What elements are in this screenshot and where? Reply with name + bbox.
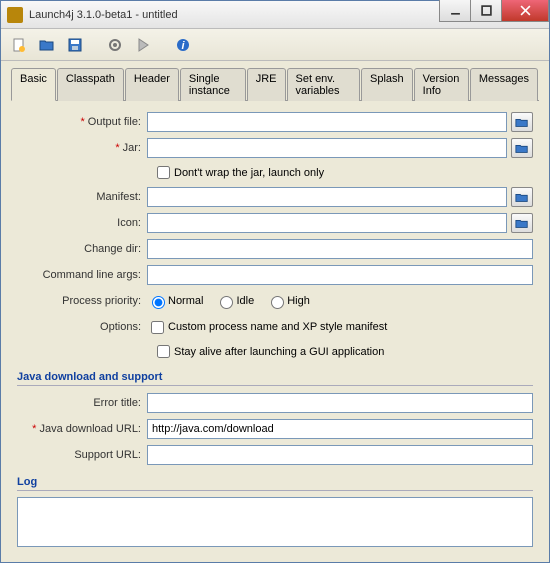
cmdline-label: Command line args: [17, 269, 147, 281]
stay-alive-checkbox[interactable] [157, 345, 170, 358]
tab-classpath[interactable]: Classpath [57, 68, 124, 101]
manifest-input[interactable] [147, 187, 507, 207]
tab-basic[interactable]: Basic [11, 68, 56, 101]
tab-bar: Basic Classpath Header Single instance J… [11, 67, 539, 101]
priority-label: Process priority: [17, 295, 147, 307]
basic-panel: * Output file: * Jar: Dont't wrap the ja… [11, 101, 539, 556]
settings-button[interactable] [103, 33, 127, 57]
manifest-browse-button[interactable] [511, 187, 533, 207]
titlebar: Launch4j 3.1.0-beta1 - untitled [1, 1, 549, 29]
tab-header[interactable]: Header [125, 68, 179, 101]
download-url-label: * Java download URL: [17, 423, 147, 435]
priority-normal-label: Normal [168, 295, 203, 307]
custom-process-checkbox[interactable] [151, 321, 164, 334]
icon-input[interactable] [147, 213, 507, 233]
tab-splash[interactable]: Splash [361, 68, 413, 101]
window-title: Launch4j 3.1.0-beta1 - untitled [29, 9, 440, 21]
run-button[interactable] [131, 33, 155, 57]
priority-normal-radio[interactable] [152, 296, 165, 309]
icon-label: Icon: [17, 217, 147, 229]
priority-group: Normal Idle High [147, 293, 310, 309]
priority-high-radio[interactable] [271, 296, 284, 309]
save-button[interactable] [63, 33, 87, 57]
stay-alive-label: Stay alive after launching a GUI applica… [174, 346, 384, 358]
content-area: Basic Classpath Header Single instance J… [1, 61, 549, 562]
options-label: Options: [17, 321, 147, 333]
priority-idle-label: Idle [236, 295, 254, 307]
priority-high-label: High [287, 295, 310, 307]
info-button[interactable]: i [171, 33, 195, 57]
tab-messages[interactable]: Messages [470, 68, 538, 101]
new-button[interactable] [7, 33, 31, 57]
output-file-browse-button[interactable] [511, 112, 533, 132]
icon-browse-button[interactable] [511, 213, 533, 233]
dont-wrap-checkbox[interactable] [157, 166, 170, 179]
priority-idle-radio[interactable] [220, 296, 233, 309]
dont-wrap-label: Dont't wrap the jar, launch only [174, 167, 324, 179]
output-file-input[interactable] [147, 112, 507, 132]
app-window: Launch4j 3.1.0-beta1 - untitled i Basic … [0, 0, 550, 563]
toolbar: i [1, 29, 549, 61]
close-button[interactable] [501, 0, 549, 22]
jar-input[interactable] [147, 138, 507, 158]
tab-jre[interactable]: JRE [247, 68, 286, 101]
java-section-title: Java download and support [17, 371, 533, 386]
custom-process-label: Custom process name and XP style manifes… [168, 321, 387, 333]
app-icon [7, 7, 23, 23]
tab-version-info[interactable]: Version Info [414, 68, 469, 101]
error-title-label: Error title: [17, 397, 147, 409]
support-url-label: Support URL: [17, 449, 147, 461]
open-button[interactable] [35, 33, 59, 57]
manifest-label: Manifest: [17, 191, 147, 203]
log-title: Log [17, 476, 533, 491]
cmdline-input[interactable] [147, 265, 533, 285]
download-url-input[interactable] [147, 419, 533, 439]
error-title-input[interactable] [147, 393, 533, 413]
change-dir-label: Change dir: [17, 243, 147, 255]
tab-single-instance[interactable]: Single instance [180, 68, 246, 101]
jar-label: * Jar: [17, 142, 147, 154]
support-url-input[interactable] [147, 445, 533, 465]
change-dir-input[interactable] [147, 239, 533, 259]
jar-browse-button[interactable] [511, 138, 533, 158]
log-textarea[interactable] [17, 497, 533, 547]
output-file-label: * Output file: [17, 116, 147, 128]
tab-set-env[interactable]: Set env. variables [287, 68, 361, 101]
minimize-button[interactable] [439, 0, 471, 22]
maximize-button[interactable] [470, 0, 502, 22]
window-buttons [440, 1, 549, 28]
